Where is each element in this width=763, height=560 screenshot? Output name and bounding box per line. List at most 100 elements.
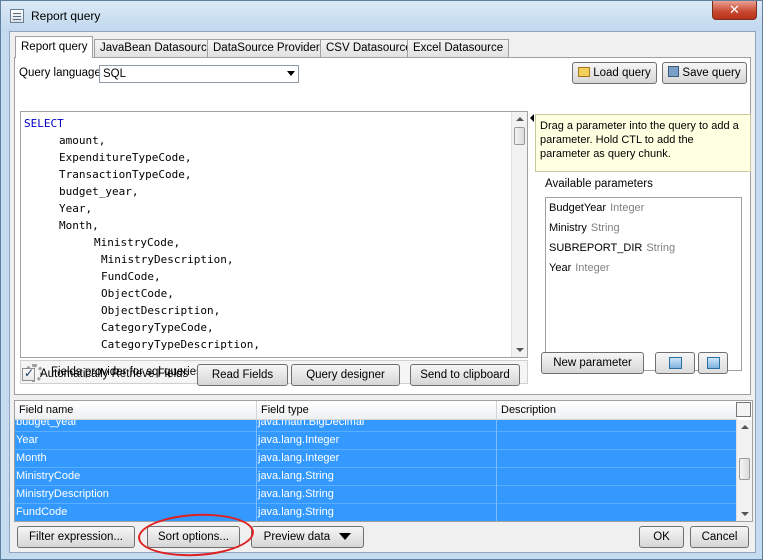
window-title: Report query [31,9,101,23]
preview-data-button[interactable]: Preview data [251,526,364,548]
sql-line[interactable]: SELECT [24,115,260,132]
fields-table-body[interactable]: budget_year java.math.BigDecimal Year java.… [15,420,737,521]
table-row[interactable]: MinistryDescription java.lang.String [15,486,737,504]
auto-retrieve-label: Automatically Retrieve Fields [40,368,189,380]
column-header-field-name[interactable]: Field name [15,401,257,420]
cell-name[interactable]: budget_year [15,420,257,432]
sql-line[interactable]: CategoryTypeDescription, [24,336,260,353]
query-language-select[interactable]: SQL [99,65,299,83]
cell-type[interactable]: java.lang.Integer [257,432,497,450]
collapse-arrow-icon[interactable] [530,114,534,122]
cell-name[interactable]: Year [15,432,257,450]
table-row[interactable]: Month java.lang.Integer [15,450,737,468]
parameter-item[interactable]: BudgetYear Integer [549,202,644,214]
scrollbar-thumb[interactable] [514,127,525,145]
auto-retrieve-checkbox[interactable] [22,366,35,381]
scroll-down-icon[interactable] [516,348,524,352]
sql-line[interactable]: ObjectCode, [24,285,260,302]
filter-expression-button[interactable]: Filter expression... [17,526,135,548]
parameter-name: Year [549,262,572,274]
parameter-type: Integer [610,202,645,214]
window-app-icon [10,9,24,23]
fields-table-header: Field name Field type Description [15,401,737,420]
add-param-to-query-button[interactable] [655,352,695,374]
cell-desc[interactable] [497,420,737,432]
cell-type[interactable]: java.math.BigDecimal [257,420,497,432]
sql-line[interactable]: ExpenditureTypeCode, [24,149,260,166]
column-header-description[interactable]: Description [497,401,737,420]
cancel-button[interactable]: Cancel [690,526,749,548]
table-row[interactable]: FundCode java.lang.String [15,504,737,521]
parameter-name: SUBREPORT_DIR [549,242,643,254]
cell-name[interactable]: MinistryDescription [15,486,257,504]
fields-table[interactable]: Field name Field type Description budget… [14,400,753,522]
import-param-button[interactable] [698,352,728,374]
report-query-dialog: Report query ✕ Report query JavaBean Dat… [0,0,763,560]
cell-desc[interactable] [497,504,737,521]
sql-line[interactable]: MinistryDescription, [24,251,260,268]
table-row[interactable]: budget_year java.math.BigDecimal [15,420,737,432]
cell-desc[interactable] [497,486,737,504]
dropdown-arrow-icon [339,533,352,540]
cell-type[interactable]: java.lang.String [257,468,497,486]
tab-csv-datasource[interactable]: CSV Datasource [320,39,418,58]
cell-name[interactable]: MinistryCode [15,468,257,486]
scrollbar-thumb[interactable] [739,458,750,480]
cell-type[interactable]: java.lang.String [257,504,497,521]
parameter-item[interactable]: Ministry String [549,222,620,234]
query-language-value: SQL [103,68,127,80]
import-param-icon [707,357,720,369]
sql-line[interactable]: Year, [24,200,260,217]
column-header-field-type[interactable]: Field type [257,401,497,420]
parameter-item[interactable]: SUBREPORT_DIR String [549,242,675,254]
column-chooser-icon[interactable] [736,402,751,417]
parameter-type: Integer [575,262,610,274]
read-fields-button[interactable]: Read Fields [197,364,288,386]
editor-scrollbar[interactable] [511,112,527,357]
floppy-disk-icon [668,66,680,77]
scroll-up-icon[interactable] [516,117,524,121]
cell-type[interactable]: java.lang.Integer [257,450,497,468]
scroll-up-icon[interactable] [741,425,749,429]
cell-desc[interactable] [497,450,737,468]
sql-line[interactable]: Month, [24,217,260,234]
query-designer-button[interactable]: Query designer [291,364,400,386]
sql-code[interactable]: SELECT amount, ExpenditureTypeCode, Transac… [24,115,260,353]
save-query-button[interactable]: Save query [662,62,747,84]
cell-desc[interactable] [497,468,737,486]
ok-button[interactable]: OK [639,526,684,548]
sql-line[interactable]: MinistryCode, [24,234,260,251]
send-to-clipboard-button[interactable]: Send to clipboard [410,364,520,386]
folder-icon [578,67,591,77]
tab-excel-datasource[interactable]: Excel Datasource [407,39,510,58]
table-row[interactable]: Year java.lang.Integer [15,432,737,450]
parameter-name: BudgetYear [549,202,607,214]
tab-datasource-provider[interactable]: DataSource Provider [207,39,326,58]
available-parameters-list[interactable]: BudgetYear Integer Ministry String SUBREPORT… [545,197,742,371]
parameter-item[interactable]: Year Integer [549,262,609,274]
tab-report-query[interactable]: Report query [15,36,94,58]
tab-javabean-datasource[interactable]: JavaBean Datasource [94,39,220,58]
sql-line[interactable]: TransactionTypeCode, [24,166,260,183]
parameter-name: Ministry [549,222,587,234]
sql-line[interactable]: ObjectDescription, [24,302,260,319]
sql-line[interactable]: amount, [24,132,260,149]
cell-name[interactable]: FundCode [15,504,257,521]
chevron-down-icon [287,71,295,76]
title-bar[interactable]: Report query ✕ [1,1,762,31]
table-scrollbar[interactable] [736,420,752,521]
load-query-button[interactable]: Load query [572,62,657,84]
scroll-down-icon[interactable] [741,512,749,516]
close-button[interactable]: ✕ [712,1,757,20]
table-row[interactable]: MinistryCode java.lang.String [15,468,737,486]
new-parameter-button[interactable]: New parameter [541,352,644,374]
cell-type[interactable]: java.lang.String [257,486,497,504]
sql-line[interactable]: CategoryTypeCode, [24,319,260,336]
sql-editor[interactable]: SELECT amount, ExpenditureTypeCode, Transac… [20,111,528,358]
cell-desc[interactable] [497,432,737,450]
sort-options-button[interactable]: Sort options... [147,526,240,548]
sql-line[interactable]: budget_year, [24,183,260,200]
sql-line[interactable]: FundCode, [24,268,260,285]
cell-name[interactable]: Month [15,450,257,468]
parameter-type: String [590,222,620,234]
